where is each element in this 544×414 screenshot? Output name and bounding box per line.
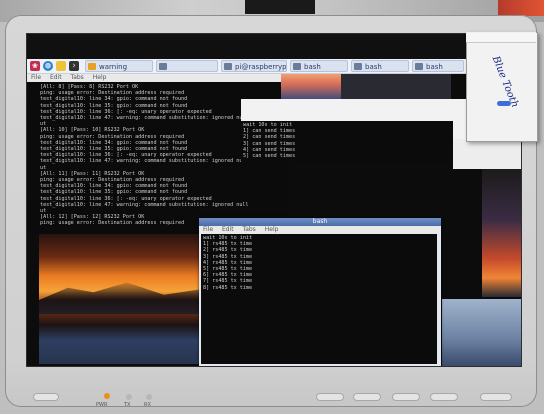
menu-help[interactable]: Help bbox=[265, 226, 279, 233]
label-pwr: PWR bbox=[96, 402, 108, 408]
task-window[interactable] bbox=[156, 60, 218, 72]
terminal-icon[interactable]: › bbox=[69, 61, 79, 71]
rx-led-icon bbox=[146, 394, 152, 400]
tx-led-icon bbox=[126, 394, 132, 400]
taskbar: ❀ ◍ › warning pi@raspberrypi: ~ bash bas… bbox=[27, 59, 521, 74]
menu-tabs[interactable]: Tabs bbox=[71, 74, 84, 81]
task-bash-2[interactable]: bash bbox=[351, 60, 409, 72]
tape-strip bbox=[466, 32, 536, 43]
can-terminal-window[interactable]: wait 10s to init 1] can send times 2] ca… bbox=[241, 121, 453, 163]
terminal-line: 5] can send times bbox=[243, 153, 296, 160]
task-bash-1[interactable]: bash bbox=[290, 60, 348, 72]
menu-file[interactable]: File bbox=[203, 226, 213, 233]
hardware-button-4[interactable] bbox=[430, 393, 458, 401]
menu-edit[interactable]: Edit bbox=[222, 226, 234, 233]
rs485-terminal-window: bash File Edit Tabs Help wait 10s to ini… bbox=[199, 218, 441, 366]
label-rx: RX bbox=[144, 402, 151, 408]
rs485-menubar: File Edit Tabs Help bbox=[199, 226, 441, 234]
menu-tabs[interactable]: Tabs bbox=[243, 226, 256, 233]
menu-help[interactable]: Help bbox=[93, 74, 107, 81]
cable-shadow bbox=[245, 0, 315, 14]
side-wallpaper bbox=[482, 169, 521, 297]
hardware-button-1[interactable] bbox=[316, 393, 344, 401]
rs485-titlebar[interactable]: bash bbox=[199, 218, 441, 226]
dark-panel bbox=[341, 74, 451, 100]
hardware-button-2[interactable] bbox=[353, 393, 381, 401]
blue-mark bbox=[497, 101, 511, 106]
tablet-screen: ❀ ◍ › warning pi@raspberrypi: ~ bash bas… bbox=[27, 34, 521, 366]
task-pi-terminal[interactable]: pi@raspberrypi: ~ bbox=[221, 60, 287, 72]
raspberry-logo-icon[interactable]: ❀ bbox=[30, 61, 40, 71]
desktop-top-strip bbox=[27, 34, 521, 59]
menu-file[interactable]: File bbox=[31, 74, 41, 81]
hardware-button-3[interactable] bbox=[392, 393, 420, 401]
menu-edit[interactable]: Edit bbox=[50, 74, 62, 81]
rs485-terminal-output[interactable]: wait 10s to init 1] rs485 tx time 2] rs4… bbox=[201, 234, 437, 364]
label-tx: TX bbox=[124, 402, 131, 408]
folder-icon[interactable] bbox=[56, 61, 66, 71]
red-cable bbox=[498, 0, 544, 16]
task-bash-3[interactable]: bash bbox=[412, 60, 464, 72]
main-terminal-menubar: File Edit Tabs Help bbox=[27, 74, 289, 82]
sky-panel bbox=[281, 74, 341, 100]
task-warning[interactable]: warning bbox=[85, 60, 153, 72]
power-led-icon bbox=[104, 393, 110, 399]
sea-wallpaper bbox=[442, 299, 521, 366]
hardware-button-left[interactable] bbox=[33, 393, 59, 401]
terminal-line: 8] rs485 tx time bbox=[203, 284, 253, 291]
hardware-button-5[interactable] bbox=[480, 393, 512, 401]
paper-note: Blue Tooth bbox=[466, 32, 538, 142]
globe-icon[interactable]: ◍ bbox=[43, 61, 53, 71]
white-panel bbox=[453, 139, 521, 169]
